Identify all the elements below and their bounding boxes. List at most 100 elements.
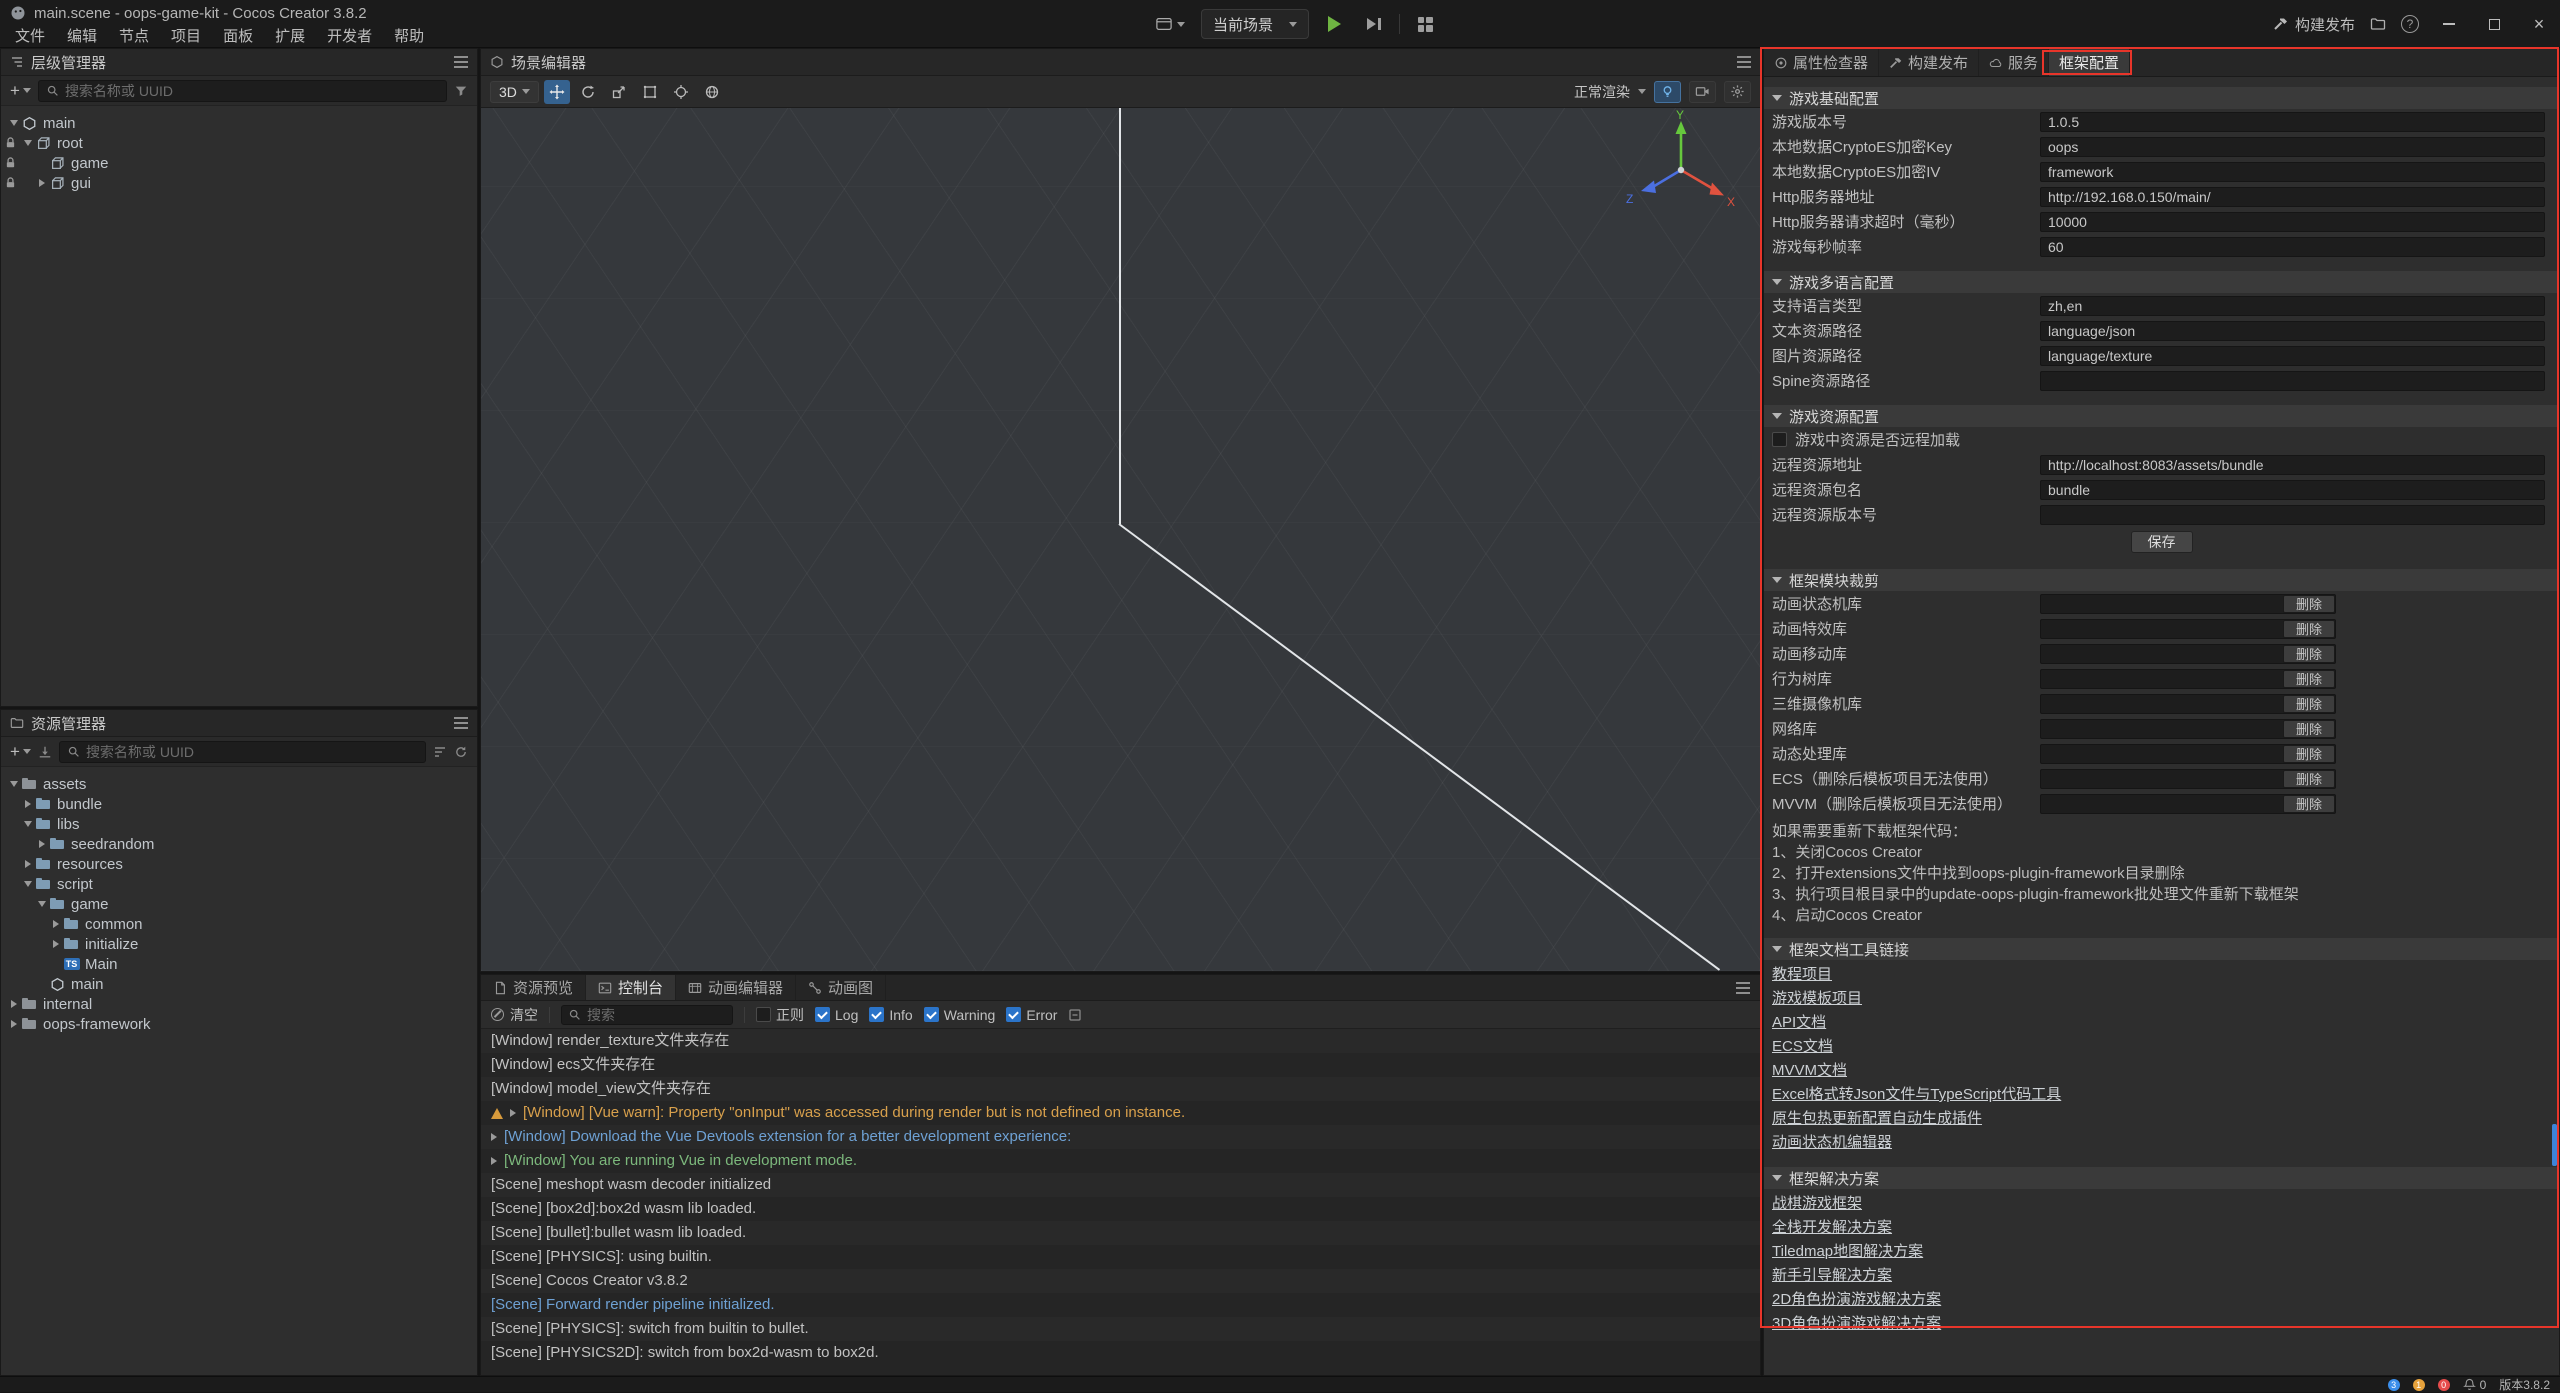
log-row[interactable]: [Window] render_texture文件夹存在: [481, 1029, 1760, 1053]
filter-icon[interactable]: [454, 84, 468, 98]
delete-button[interactable]: 删除: [2283, 620, 2335, 638]
import-asset-icon[interactable]: [38, 745, 52, 759]
field-input[interactable]: [2040, 137, 2545, 157]
move-tool-button[interactable]: [544, 80, 570, 104]
field-input[interactable]: [2040, 371, 2545, 391]
expand-arrow-icon[interactable]: [35, 837, 49, 851]
tree-item-common[interactable]: common: [1, 914, 477, 934]
expand-arrow-icon[interactable]: [21, 797, 35, 811]
build-publish-button[interactable]: 构建发布: [2273, 14, 2355, 35]
log-row[interactable]: [Scene] [bullet]:bullet wasm lib loaded.: [481, 1221, 1760, 1245]
expand-arrow-icon[interactable]: [49, 937, 63, 951]
inspector-tab-2[interactable]: 服务: [1979, 49, 2049, 76]
console-tab-3[interactable]: 动画图: [796, 975, 886, 1000]
section-header[interactable]: 框架模块裁剪: [1764, 569, 2559, 591]
scrollbar-thumb[interactable]: [2552, 1124, 2557, 1166]
close-button[interactable]: ×: [2524, 11, 2554, 37]
pivot-tool-button[interactable]: [668, 80, 694, 104]
render-mode-select[interactable]: 正常渲染: [1574, 82, 1646, 102]
assets-search-input[interactable]: 搜索名称或 UUID: [59, 741, 426, 763]
checkbox-icon[interactable]: [1772, 432, 1787, 447]
tree-item-internal[interactable]: internal: [1, 994, 477, 1014]
play-button[interactable]: [1319, 9, 1349, 39]
doc-link[interactable]: 游戏模板项目: [1772, 987, 1862, 1011]
help-icon[interactable]: ?: [2401, 15, 2419, 33]
tree-item-game[interactable]: game: [1, 894, 477, 914]
maximize-button[interactable]: [2479, 11, 2509, 37]
field-input[interactable]: [2040, 237, 2545, 257]
tree-item-libs[interactable]: libs: [1, 814, 477, 834]
section-header[interactable]: 游戏基础配置: [1764, 87, 2559, 109]
doc-link[interactable]: MVVM文档: [1772, 1059, 1847, 1083]
field-input[interactable]: [2040, 346, 2545, 366]
tree-item-game[interactable]: game: [1, 153, 477, 173]
scene-camera-button[interactable]: [1689, 81, 1716, 103]
section-header[interactable]: 框架文档工具链接: [1764, 938, 2559, 960]
coordinate-space-button[interactable]: [699, 80, 725, 104]
doc-link[interactable]: 新手引导解决方案: [1772, 1264, 1892, 1288]
checkbox-icon[interactable]: [1006, 1007, 1021, 1022]
tree-item-gui[interactable]: gui: [1, 173, 477, 193]
preview-device-select[interactable]: [1150, 12, 1191, 36]
log-row[interactable]: [Window] Download the Vue Devtools exten…: [481, 1125, 1760, 1149]
doc-link[interactable]: Excel格式转Json文件与TypeScript代码工具: [1772, 1083, 2061, 1107]
scene-settings-button[interactable]: [1724, 81, 1751, 103]
filter-warning[interactable]: Warning: [924, 1007, 996, 1023]
delete-button[interactable]: 删除: [2283, 795, 2335, 813]
delete-button[interactable]: 删除: [2283, 670, 2335, 688]
tree-item-seedrandom[interactable]: seedrandom: [1, 834, 477, 854]
delete-button[interactable]: 删除: [2283, 595, 2335, 613]
rotate-tool-button[interactable]: [575, 80, 601, 104]
scene-viewport[interactable]: Y X Z: [481, 108, 1760, 971]
doc-link[interactable]: ECS文档: [1772, 1035, 1833, 1059]
log-row[interactable]: [Window] model_view文件夹存在: [481, 1077, 1760, 1101]
rect-tool-button[interactable]: [637, 80, 663, 104]
inspector-tab-0[interactable]: 属性检查器: [1764, 49, 1879, 76]
orientation-gizmo[interactable]: Y X Z: [1621, 108, 1741, 228]
expand-arrow-icon[interactable]: [35, 897, 49, 911]
panel-menu-icon[interactable]: [1736, 987, 1750, 989]
delete-button[interactable]: 删除: [2283, 720, 2335, 738]
step-button[interactable]: [1359, 9, 1389, 39]
section-header[interactable]: 游戏多语言配置: [1764, 271, 2559, 293]
log-row[interactable]: [Scene] [PHYSICS]: switch from builtin t…: [481, 1317, 1760, 1341]
clear-console-button[interactable]: 清空: [491, 1005, 538, 1025]
tree-item-main[interactable]: main: [1, 113, 477, 133]
delete-button[interactable]: 删除: [2283, 695, 2335, 713]
error-count-badge[interactable]: 0: [2438, 1379, 2450, 1391]
log-row[interactable]: [Scene] Forward render pipeline initiali…: [481, 1293, 1760, 1317]
doc-link[interactable]: 动画状态机编辑器: [1772, 1131, 1892, 1155]
tree-item-root[interactable]: root: [1, 133, 477, 153]
menu-item-5[interactable]: 扩展: [264, 26, 316, 48]
checkbox-icon[interactable]: [815, 1007, 830, 1022]
log-row[interactable]: [Window] ecs文件夹存在: [481, 1053, 1760, 1077]
expand-arrow-icon[interactable]: [7, 997, 21, 1011]
log-row[interactable]: [Window] You are running Vue in developm…: [481, 1149, 1760, 1173]
delete-button[interactable]: 删除: [2283, 745, 2335, 763]
tree-item-initialize[interactable]: initialize: [1, 934, 477, 954]
hierarchy-search-input[interactable]: 搜索名称或 UUID: [38, 80, 447, 102]
section-header[interactable]: 游戏资源配置: [1764, 405, 2559, 427]
doc-link[interactable]: 2D角色扮演游戏解决方案: [1772, 1288, 1941, 1312]
doc-link[interactable]: Tiledmap地图解决方案: [1772, 1240, 1923, 1264]
filter-info[interactable]: Info: [869, 1007, 912, 1023]
field-input[interactable]: [2040, 162, 2545, 182]
menu-item-7[interactable]: 帮助: [383, 26, 435, 48]
field-input[interactable]: [2040, 321, 2545, 341]
expand-arrow-icon[interactable]: [49, 917, 63, 931]
console-tab-0[interactable]: 资源预览: [481, 975, 586, 1000]
doc-link[interactable]: API文档: [1772, 1011, 1826, 1035]
checkbox-icon[interactable]: [869, 1007, 884, 1022]
save-button[interactable]: 保存: [2131, 531, 2193, 553]
log-row[interactable]: [Scene] Cocos Creator v3.8.2: [481, 1269, 1760, 1293]
expand-arrow-icon[interactable]: [21, 877, 35, 891]
collapse-logs-icon[interactable]: [1068, 1008, 1082, 1022]
field-input[interactable]: [2040, 455, 2545, 475]
field-input[interactable]: [2040, 505, 2545, 525]
tree-item-oops-framework[interactable]: oops-framework: [1, 1014, 477, 1034]
menu-item-0[interactable]: 文件: [4, 26, 56, 48]
expand-arrow-icon[interactable]: [21, 136, 35, 150]
tree-item-assets[interactable]: assets: [1, 774, 477, 794]
inspector-tab-3[interactable]: 框架配置: [2049, 49, 2130, 76]
field-input[interactable]: [2040, 212, 2545, 232]
